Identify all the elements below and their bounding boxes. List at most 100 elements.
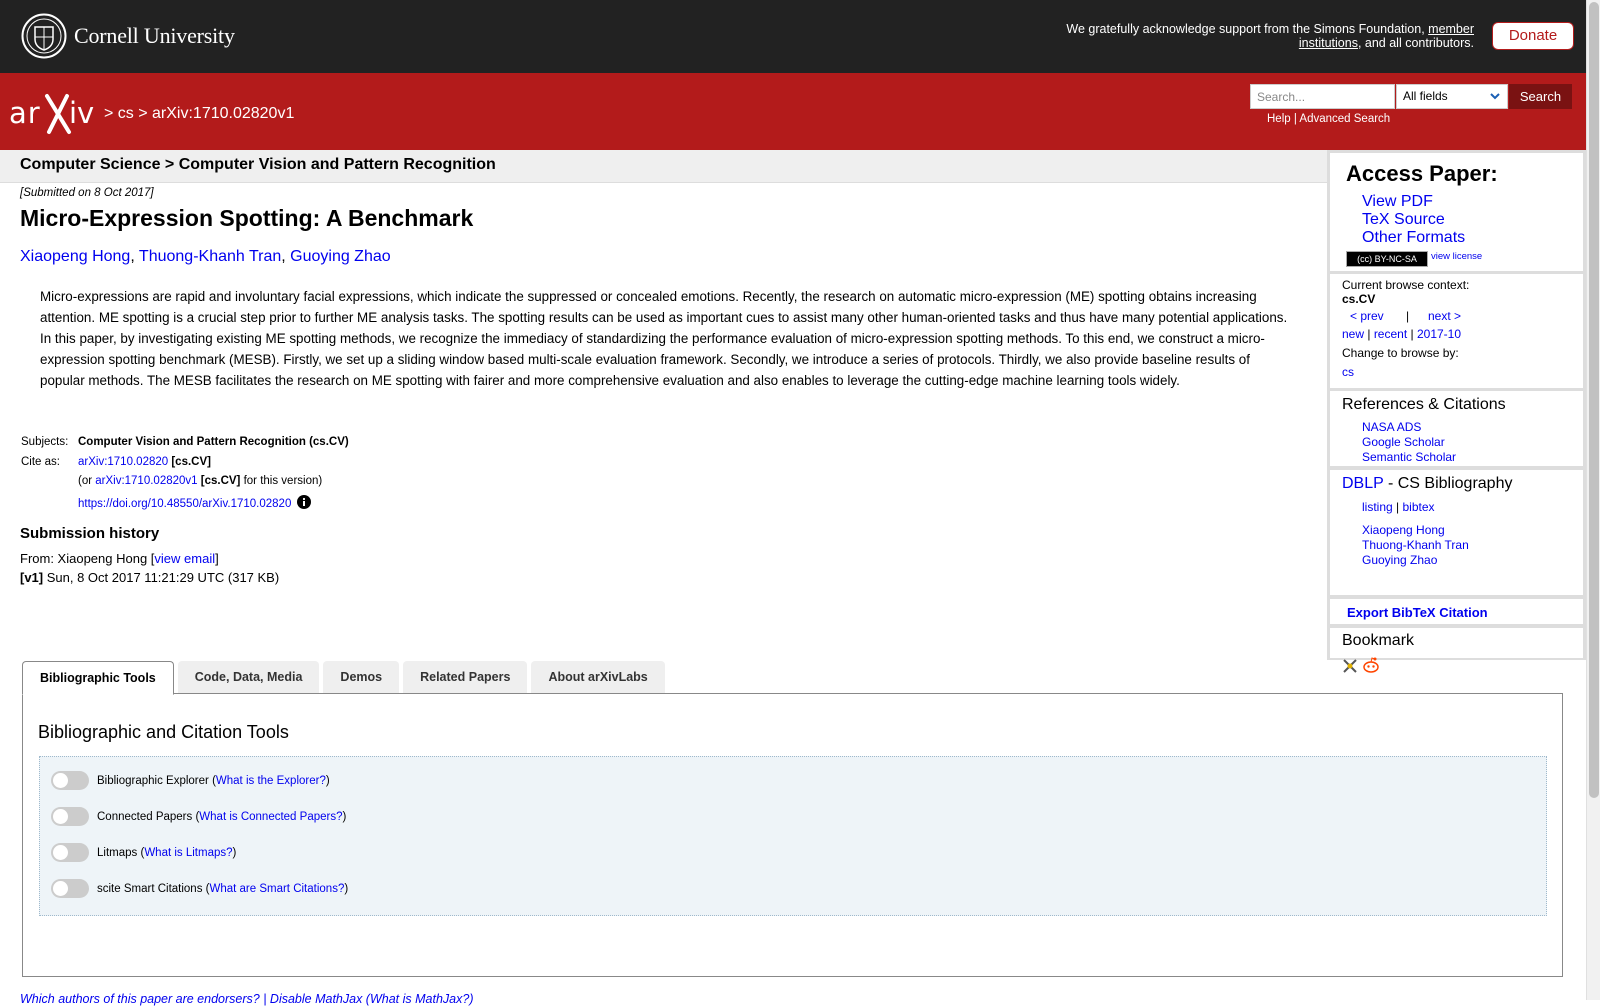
tab-about-arxivlabs[interactable]: About arXivLabs — [531, 661, 665, 694]
category-breadcrumb[interactable]: Computer Science > Computer Vision and P… — [20, 156, 496, 174]
browse-cs-link[interactable]: cs — [1342, 365, 1354, 379]
arxiv-logo-icon[interactable]: ar iv — [9, 92, 101, 136]
tool-label: Bibliographic Explorer — [97, 774, 209, 787]
search-field-value: All fields — [1403, 89, 1448, 103]
cornell-seal-icon — [21, 13, 67, 59]
cite-version-link[interactable]: arXiv:1710.02820v1 — [95, 475, 197, 487]
bookmark-box: Bookmark — [1330, 628, 1583, 673]
dblp-author-link[interactable]: Thuong-Khanh Tran — [1362, 538, 1469, 552]
connected-papers-toggle[interactable] — [51, 807, 89, 826]
references-box: References & Citations NASA ADS Google S… — [1330, 391, 1583, 466]
bibtex-link[interactable]: bibtex — [1402, 500, 1434, 514]
view-license-link[interactable]: view license — [1431, 251, 1482, 262]
semantic-scholar-link[interactable]: Semantic Scholar — [1362, 450, 1456, 464]
tool-help-link[interactable]: What is the Explorer? — [216, 775, 326, 787]
tool-row: scite Smart Citations (What are Smart Ci… — [51, 879, 348, 898]
view-pdf-link[interactable]: View PDF — [1362, 193, 1433, 211]
abstract: Micro-expressions are rapid and involunt… — [40, 289, 1288, 388]
author-link[interactable]: Thuong-Khanh Tran — [139, 248, 281, 265]
scite-toggle[interactable] — [51, 879, 89, 898]
tool-label: Connected Papers — [97, 810, 193, 823]
change-browse-label: Change to browse by: — [1342, 346, 1459, 360]
tool-label: scite Smart Citations — [97, 882, 203, 895]
tab-code-data-media[interactable]: Code, Data, Media — [177, 661, 320, 694]
doi-link[interactable]: https://doi.org/10.48550/arXiv.1710.0282… — [78, 498, 291, 510]
help-links: Help | Advanced Search — [1267, 113, 1391, 125]
svg-text:iv: iv — [69, 96, 94, 130]
export-bibtex-link[interactable]: Export BibTeX Citation — [1347, 605, 1488, 620]
tool-label: Litmaps — [97, 846, 138, 859]
access-paper-box: Access Paper: View PDF TeX Source Other … — [1330, 153, 1583, 271]
what-is-mathjax-link[interactable]: What is MathJax? — [370, 992, 469, 1006]
reddit-icon[interactable] — [1362, 656, 1380, 674]
tools-heading: Bibliographic and Citation Tools — [38, 722, 289, 742]
access-paper-heading: Access Paper: — [1346, 161, 1498, 186]
author-list: Xiaopeng Hong, Thuong-Khanh Tran, Guoyin… — [20, 248, 391, 265]
submission-from: From: Xiaopeng Hong [view email] — [20, 551, 219, 566]
context-label: Current browse context: — [1342, 278, 1470, 292]
breadcrumb[interactable]: > cs > arXiv:1710.02820v1 — [104, 105, 294, 123]
footer-links: Which authors of this paper are endorser… — [20, 992, 474, 1006]
info-icon[interactable] — [297, 494, 312, 509]
recent-link[interactable]: recent — [1374, 327, 1407, 341]
endorsers-link[interactable]: Which authors of this paper are endorser… — [20, 992, 260, 1006]
dblp-link[interactable]: DBLP — [1342, 475, 1384, 492]
tab-related-papers[interactable]: Related Papers — [403, 661, 528, 694]
nasa-ads-link[interactable]: NASA ADS — [1362, 420, 1421, 434]
metadata-table: Subjects: Computer Vision and Pattern Rec… — [21, 436, 349, 510]
bibliographic-explorer-toggle[interactable] — [51, 771, 89, 790]
support-text: We gratefully acknowledge support from t… — [1066, 22, 1474, 50]
other-formats-link[interactable]: Other Formats — [1362, 229, 1465, 247]
submission-history-heading: Submission history — [20, 525, 160, 542]
tab-panel: Bibliographic and Citation Tools Bibliog… — [22, 693, 1563, 977]
tex-source-link[interactable]: TeX Source — [1362, 211, 1445, 229]
dblp-author-link[interactable]: Guoying Zhao — [1362, 553, 1437, 567]
license-badge[interactable]: (cc) BY-NC-SA — [1346, 251, 1428, 267]
view-email-link[interactable]: view email — [154, 551, 215, 566]
tool-help-link[interactable]: What is Litmaps? — [144, 847, 232, 859]
dblp-author-link[interactable]: Xiaopeng Hong — [1362, 523, 1445, 537]
prev-link[interactable]: < prev — [1350, 309, 1384, 323]
subjects-value: Computer Vision and Pattern Recognition … — [78, 436, 349, 448]
submitted-date: [Submitted on 8 Oct 2017] — [20, 187, 154, 199]
chevron-down-icon — [1490, 93, 1500, 100]
litmaps-toggle[interactable] — [51, 843, 89, 862]
advanced-search-link[interactable]: Advanced Search — [1299, 113, 1390, 125]
search-field-select[interactable]: All fields — [1396, 84, 1508, 109]
tool-row: Bibliographic Explorer (What is the Expl… — [51, 771, 330, 790]
disable-mathjax-link[interactable]: Disable MathJax — [270, 992, 362, 1006]
tab-demos[interactable]: Demos — [323, 661, 400, 694]
search-button[interactable]: Search — [1509, 84, 1572, 109]
month-link[interactable]: 2017-10 — [1417, 327, 1461, 341]
search-input[interactable]: Search... — [1250, 84, 1395, 109]
dblp-box: DBLP - CS Bibliography listing | bibtex … — [1330, 470, 1583, 595]
bookmark-heading: Bookmark — [1342, 632, 1415, 649]
help-link[interactable]: Help — [1267, 113, 1291, 125]
context-value: cs.CV — [1342, 292, 1376, 306]
author-link[interactable]: Xiaopeng Hong — [20, 248, 130, 265]
version-entry: [v1] Sun, 8 Oct 2017 11:21:29 UTC (317 K… — [20, 570, 280, 585]
next-link[interactable]: next > — [1428, 309, 1461, 323]
author-link[interactable]: Guoying Zhao — [290, 248, 391, 265]
new-link[interactable]: new — [1342, 327, 1364, 341]
tool-row: Litmaps (What is Litmaps?) — [51, 843, 236, 862]
tool-help-link[interactable]: What are Smart Citations? — [209, 883, 344, 895]
tab-bibliographic-tools[interactable]: Bibliographic Tools — [22, 661, 174, 695]
cite-link[interactable]: arXiv:1710.02820 — [78, 456, 168, 468]
tool-help-link[interactable]: What is Connected Papers? — [199, 811, 342, 823]
scrollbar-thumb[interactable] — [1589, 2, 1599, 798]
subjects-label: Subjects: — [21, 436, 69, 448]
scrollbar[interactable] — [1586, 0, 1600, 1000]
tool-row: Connected Papers (What is Connected Pape… — [51, 807, 346, 826]
cornell-name: Cornell University — [74, 23, 235, 48]
listing-link[interactable]: listing — [1362, 500, 1393, 514]
page-title: Micro-Expression Spotting: A Benchmark — [20, 205, 474, 231]
tab-bar: Bibliographic Tools Code, Data, Media De… — [22, 661, 669, 695]
browse-context-box: Current browse context: cs.CV < prev | n… — [1330, 274, 1583, 388]
cornell-logo[interactable]: Cornell University — [21, 13, 235, 59]
dblp-heading: DBLP - CS Bibliography — [1342, 475, 1513, 492]
bibsonomy-icon[interactable] — [1342, 658, 1358, 674]
category-header: Computer Science > Computer Vision and P… — [0, 150, 1327, 183]
donate-button[interactable]: Donate — [1492, 22, 1574, 50]
google-scholar-link[interactable]: Google Scholar — [1362, 435, 1445, 449]
